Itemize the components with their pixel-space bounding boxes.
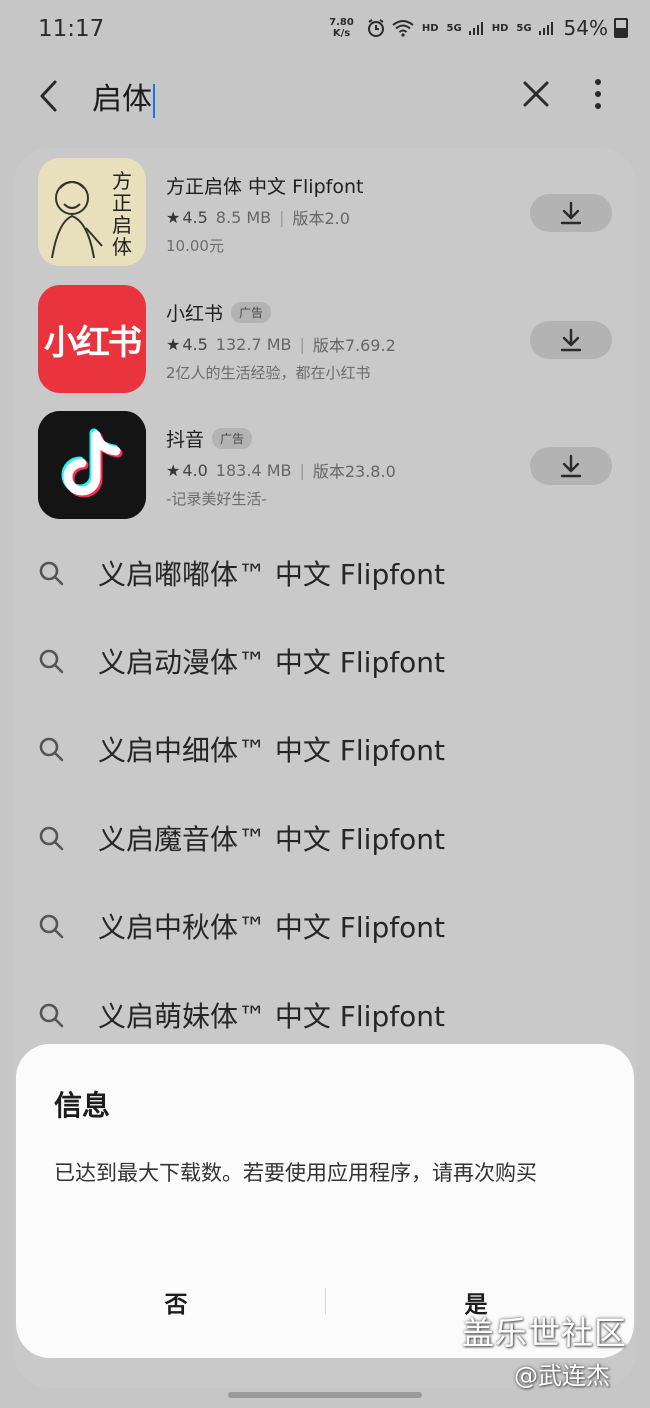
app-meta: ★ 4.5 8.5 MB | 版本2.0	[166, 205, 516, 229]
search-icon	[39, 826, 64, 851]
svg-text:方: 方	[112, 169, 132, 193]
alarm-icon	[367, 19, 384, 37]
more-vertical-icon[interactable]	[584, 76, 612, 112]
star-icon: ★	[166, 460, 181, 480]
app-description: 2亿人的生活经验，都在小红书	[166, 364, 371, 382]
meta-divider: |	[299, 460, 305, 480]
svg-text:启: 启	[112, 213, 132, 237]
search-suggestion[interactable]: 义启魔音体™ 中文 Flipfont	[38, 808, 618, 868]
network-hd-label: HD	[491, 22, 509, 34]
chevron-left-icon[interactable]	[30, 76, 70, 116]
download-icon	[560, 454, 582, 478]
suggestion-text: 义启中秋体™ 中文 Flipfont	[98, 911, 445, 944]
app-info: 小红书 广告 ★ 4.5 132.7 MB | 版本7.69.2 2亿人的生活经…	[166, 299, 516, 383]
app-info: 抖音 广告 ★ 4.0 183.4 MB | 版本23.8.0 -记录美好生活-	[166, 425, 516, 509]
app-icon-fangzheng: 方 正 启 体	[38, 158, 146, 266]
download-icon	[560, 201, 582, 225]
star-icon: ★	[166, 334, 181, 354]
dialog-title: 信息	[54, 1089, 111, 1122]
app-price: 10.00元	[166, 237, 224, 255]
network-type-2: 5G	[516, 22, 532, 34]
suggestion-text: 义启中细体™ 中文 Flipfont	[98, 734, 445, 767]
meta-divider: |	[299, 334, 305, 354]
star-icon: ★	[166, 207, 181, 227]
app-result-row[interactable]: 方 正 启 体 方正启体 中文 Flipfont ★ 4.5 8.5 MB | …	[38, 158, 628, 268]
music-note-icon	[38, 411, 146, 519]
network-speed: 7.80 K/s	[329, 17, 354, 39]
signal-icon	[468, 22, 483, 35]
battery-percent: 54%	[563, 16, 608, 40]
suggestion-text: 义启魔音体™ 中文 Flipfont	[98, 823, 445, 856]
svg-text:正: 正	[112, 191, 132, 215]
svg-text:体: 体	[112, 235, 132, 259]
signal-icon-2	[538, 22, 553, 35]
search-suggestion[interactable]: 义启嘟嘟体™ 中文 Flipfont	[38, 543, 618, 603]
watermark-title: 盖乐世社区	[462, 1314, 628, 1352]
wifi-icon	[392, 20, 414, 37]
search-icon	[39, 1003, 64, 1028]
app-result-row[interactable]: 抖音 广告 ★ 4.0 183.4 MB | 版本23.8.0 -记录美好生活-	[38, 411, 628, 521]
download-button[interactable]	[530, 321, 612, 359]
app-size: 8.5 MB	[215, 207, 272, 227]
app-size: 132.7 MB	[215, 334, 292, 354]
search-suggestion[interactable]: 义启萌妹体™ 中文 Flipfont	[38, 985, 618, 1045]
download-button[interactable]	[530, 447, 612, 485]
watermark-author: @武连杰	[514, 1362, 610, 1390]
calligraphy-portrait-icon: 方 正 启 体	[38, 158, 146, 266]
app-name: 小红书 广告	[166, 299, 516, 326]
download-button[interactable]	[530, 194, 612, 232]
app-icon-douyin	[38, 411, 146, 519]
search-bar: 启体	[0, 62, 650, 132]
meta-divider: |	[279, 207, 285, 227]
app-version: 版本7.69.2	[312, 336, 396, 355]
search-icon	[39, 649, 64, 674]
search-query-text: 启体	[92, 82, 152, 117]
app-name: 方正启体 中文 Flipfont	[166, 176, 364, 198]
network-type-1: 5G	[446, 22, 462, 34]
no-button[interactable]: 否	[26, 1282, 326, 1322]
status-bar: 11:17 7.80 K/s HD 5G HD 5G 54%	[0, 0, 650, 62]
app-description: -记录美好生活-	[166, 490, 267, 508]
app-version: 版本2.0	[292, 209, 350, 228]
app-meta: ★ 4.0 183.4 MB | 版本23.8.0	[166, 458, 516, 482]
ad-badge: 广告	[212, 428, 253, 449]
search-icon	[39, 737, 64, 762]
text-caret	[153, 83, 155, 118]
suggestion-text: 义启萌妹体™ 中文 Flipfont	[98, 1000, 445, 1033]
app-info: 方正启体 中文 Flipfont ★ 4.5 8.5 MB | 版本2.0 10…	[166, 172, 516, 256]
app-result-row[interactable]: 小红书 小红书 广告 ★ 4.5 132.7 MB | 版本7.69.2 2亿人…	[38, 285, 628, 395]
app-version: 版本23.8.0	[312, 462, 396, 481]
ad-badge: 广告	[231, 302, 272, 323]
wifi-hd-label: HD	[421, 22, 439, 34]
app-meta: ★ 4.5 132.7 MB | 版本7.69.2	[166, 332, 516, 356]
download-icon	[560, 328, 582, 352]
close-icon[interactable]	[518, 76, 554, 112]
status-icons: 7.80 K/s HD 5G HD 5G 54%	[329, 16, 628, 40]
home-indicator[interactable]	[228, 1392, 422, 1398]
search-input[interactable]: 启体	[92, 74, 155, 118]
search-suggestion[interactable]: 义启动漫体™ 中文 Flipfont	[38, 631, 618, 691]
search-icon	[39, 914, 64, 939]
suggestion-text: 义启嘟嘟体™ 中文 Flipfont	[98, 558, 445, 591]
app-rating: 4.0	[182, 460, 208, 480]
app-rating: 4.5	[182, 207, 208, 227]
dialog-message: 已达到最大下载数。若要使用应用程序，请再次购买	[54, 1161, 537, 1185]
app-size: 183.4 MB	[215, 460, 292, 480]
search-icon	[39, 561, 64, 586]
app-rating: 4.5	[182, 334, 208, 354]
search-suggestion[interactable]: 义启中秋体™ 中文 Flipfont	[38, 896, 618, 956]
battery-icon	[614, 18, 628, 38]
search-suggestion[interactable]: 义启中细体™ 中文 Flipfont	[38, 719, 618, 779]
app-name: 抖音 广告	[166, 425, 516, 452]
app-icon-xiaohongshu: 小红书	[38, 285, 146, 393]
status-time: 11:17	[38, 16, 105, 42]
suggestion-text: 义启动漫体™ 中文 Flipfont	[98, 646, 445, 679]
